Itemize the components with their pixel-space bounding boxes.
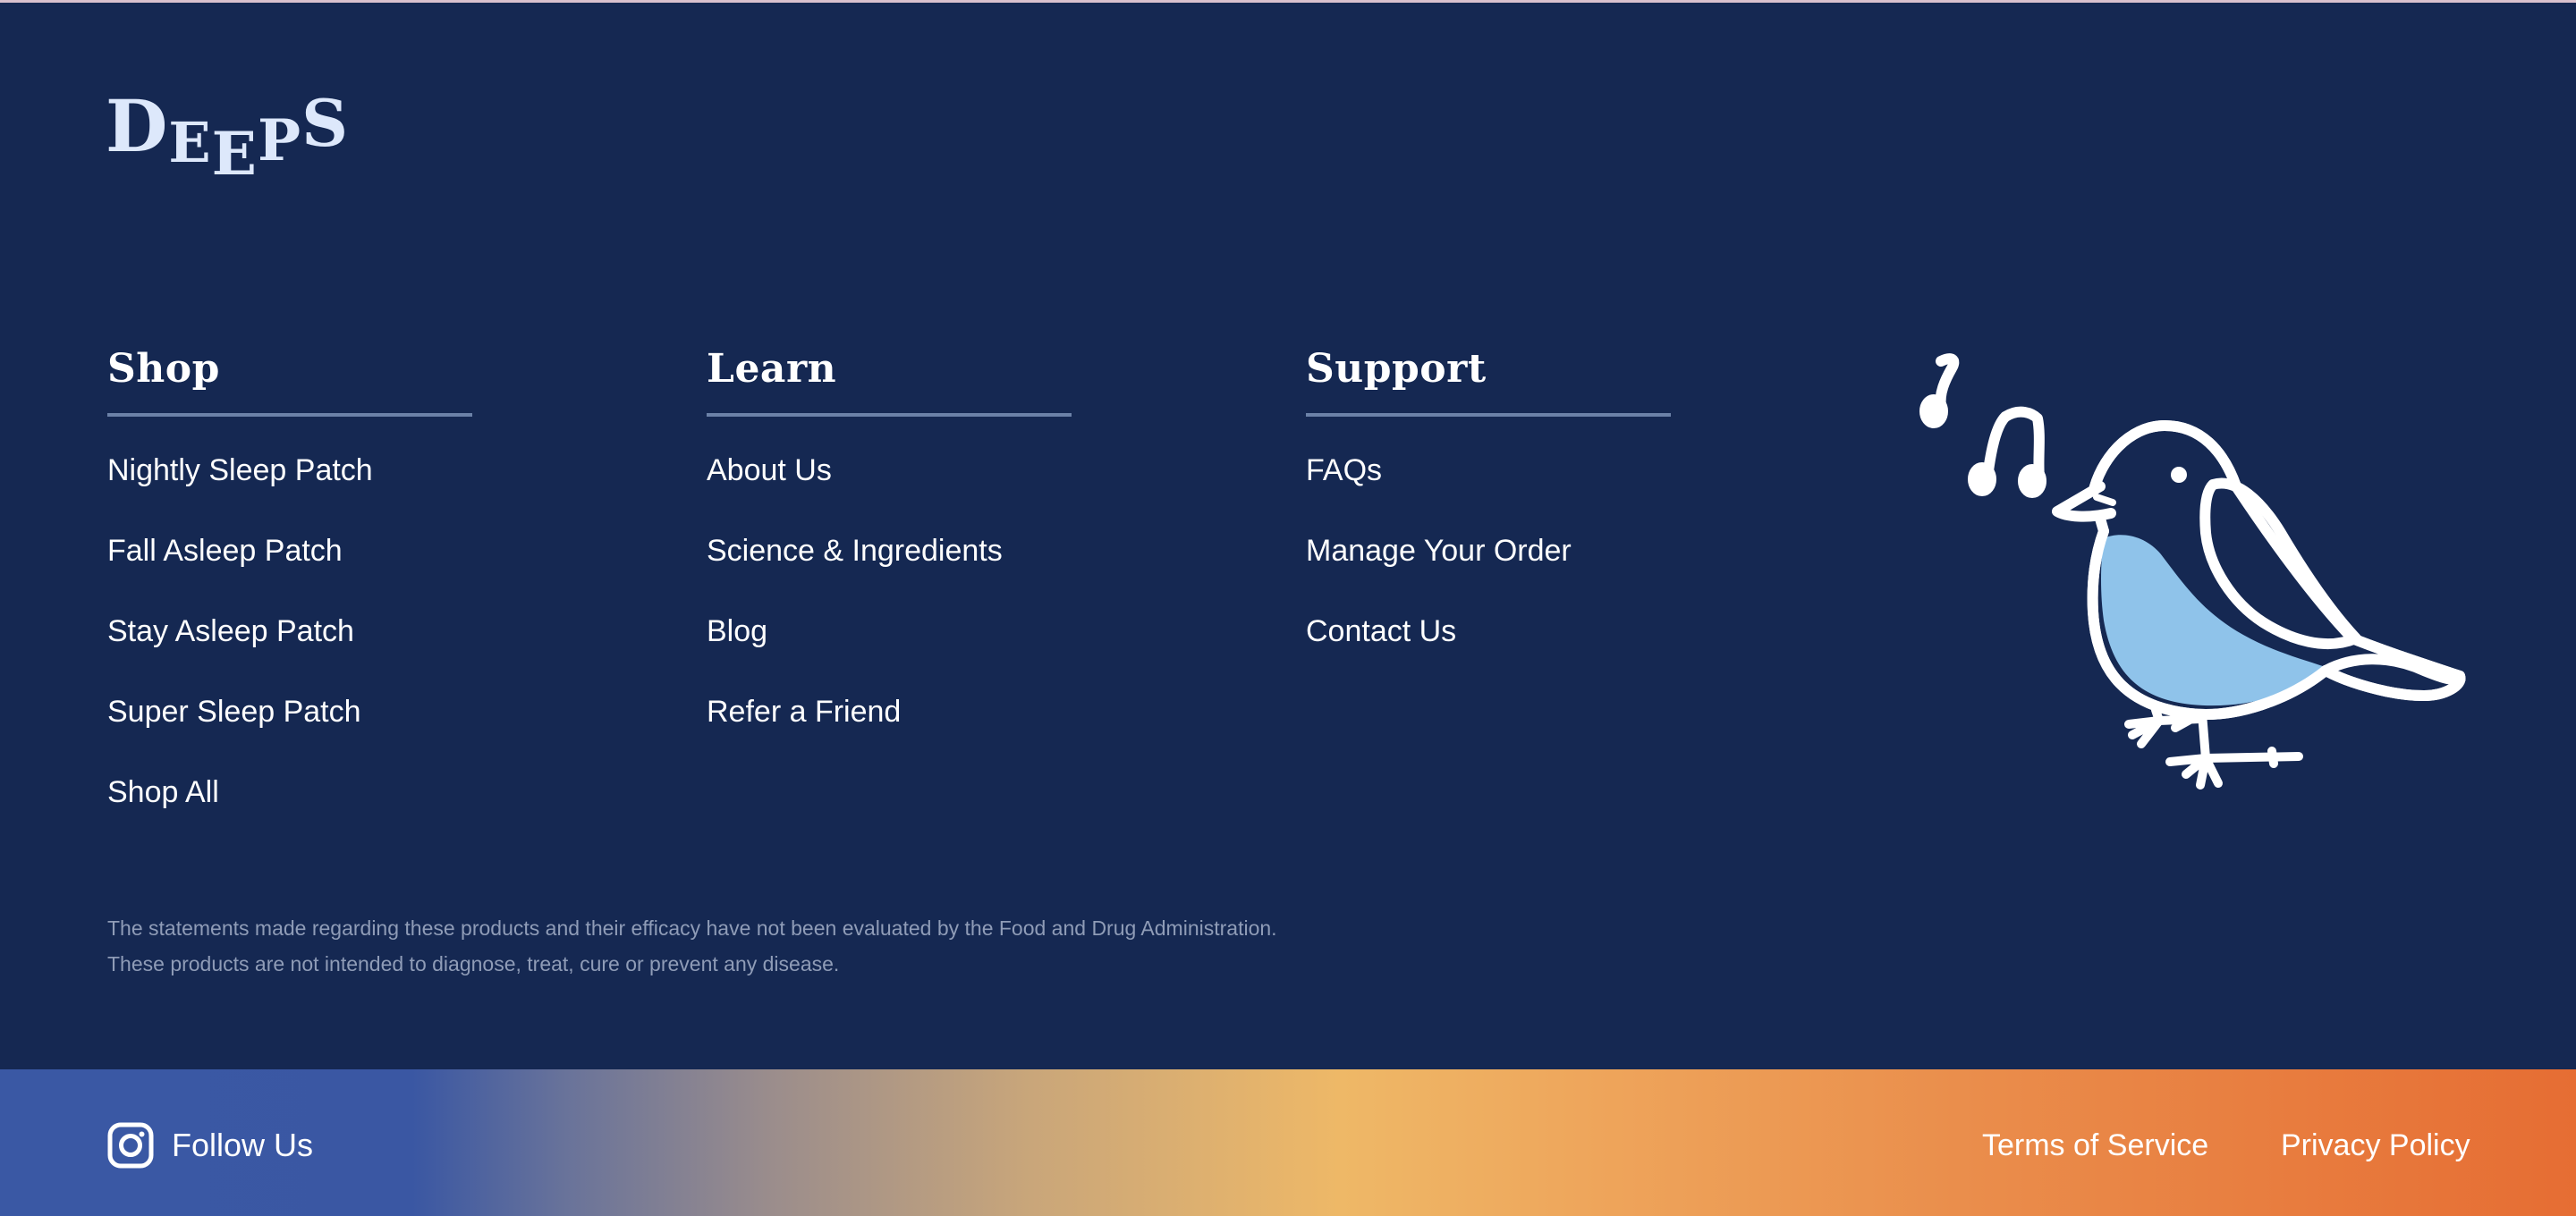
footer-link-faqs[interactable]: FAQs [1306,452,1671,488]
column-divider [1306,413,1671,417]
logo-letter: P [257,107,302,174]
logo-letter: E [211,119,258,189]
column-heading-learn: Learn [707,346,837,392]
instagram-icon [107,1122,154,1169]
column-heading-shop: Shop [107,346,220,392]
bird-eye [2171,467,2187,483]
singing-bird-icon [1919,353,2466,790]
footer-link-blog[interactable]: Blog [707,613,1072,649]
footer-link-manage-your-order[interactable]: Manage Your Order [1306,533,1671,569]
fda-disclaimer: The statements made regarding these prod… [107,910,1277,982]
disclaimer-line: These products are not intended to diagn… [107,952,840,975]
music-notes-icon [1919,353,2046,498]
column-heading-support: Support [1306,346,1487,392]
footer-link-nightly-sleep-patch[interactable]: Nightly Sleep Patch [107,452,472,488]
follow-us-link[interactable]: Follow Us [107,1121,313,1170]
footer-column-shop: Shop Nightly Sleep Patch Fall Asleep Pat… [107,345,472,855]
column-divider [107,413,472,417]
follow-us-label: Follow Us [172,1127,314,1163]
footer-link-super-sleep-patch[interactable]: Super Sleep Patch [107,694,472,730]
footer-column-learn: Learn About Us Science & Ingredients Blo… [707,345,1072,774]
bird-feet [2124,705,2303,790]
footer-link-stay-asleep-patch[interactable]: Stay Asleep Patch [107,613,472,649]
footer-link-science-ingredients[interactable]: Science & Ingredients [707,533,1072,569]
terms-of-service-link[interactable]: Terms of Service [1982,1127,2208,1164]
logo-letter: S [301,85,350,161]
disclaimer-line: The statements made regarding these prod… [107,916,1277,940]
privacy-policy-link[interactable]: Privacy Policy [2281,1127,2470,1164]
footer-link-about-us[interactable]: About Us [707,452,1072,488]
learn-links: About Us Science & Ingredients Blog Refe… [707,452,1072,730]
footer-link-shop-all[interactable]: Shop All [107,774,472,810]
page: DEEPS Shop Nightly Sleep Patch Fall Asle… [0,0,2576,1216]
logo-letter: D [106,84,169,168]
shop-links: Nightly Sleep Patch Fall Asleep Patch St… [107,452,472,810]
footer-link-refer-a-friend[interactable]: Refer a Friend [707,694,1072,730]
footer-link-fall-asleep-patch[interactable]: Fall Asleep Patch [107,533,472,569]
footer-link-contact-us[interactable]: Contact Us [1306,613,1671,649]
support-links: FAQs Manage Your Order Contact Us [1306,452,1671,649]
brand-logo[interactable]: DEEPS [106,84,350,183]
logo-letter: E [168,110,212,175]
column-divider [707,413,1072,417]
footer-column-support: Support FAQs Manage Your Order Contact U… [1306,345,1671,694]
